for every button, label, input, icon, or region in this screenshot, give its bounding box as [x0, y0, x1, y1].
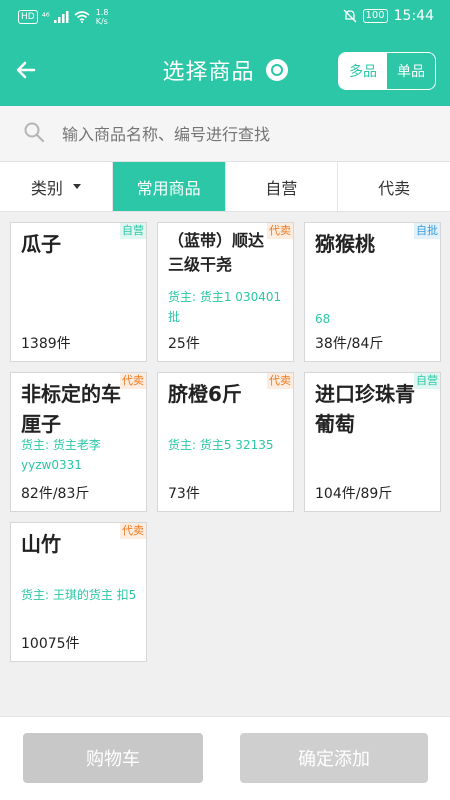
mute-icon [343, 9, 357, 23]
tab-category[interactable]: 类别 [0, 162, 113, 211]
product-card[interactable]: （蓝带）顺达三级干尧 代卖 货主: 货主1 030401批 25件 [157, 222, 294, 362]
product-badge: 自营 [414, 373, 440, 389]
product-name: 非标定的车厘子 [21, 382, 121, 436]
product-qty: 38件/84斤 [315, 336, 384, 352]
product-qty: 10075件 [21, 636, 80, 652]
product-name: 山竹 [21, 532, 61, 556]
product-card[interactable]: 非标定的车厘子 代卖 货主: 货主老李 yyzw0331 82件/83斤 [10, 372, 147, 512]
product-card[interactable]: 脐橙6斤 代卖 货主: 货主5 32135 73件 [157, 372, 294, 512]
product-card[interactable]: 瓜子 自营 1389件 [10, 222, 147, 362]
mode-toggle: 多品 单品 [338, 52, 436, 90]
product-owner: 货主: 货主老李 yyzw0331 [21, 438, 101, 472]
product-owner: 货主: 货主1 030401批 [168, 290, 282, 324]
status-bar: HD ⁴⁶ 1.8 K/s 100 15:44 [0, 0, 450, 36]
app-header: 选择商品 多品 单品 [0, 36, 450, 106]
network-type: ⁴⁶ [41, 11, 50, 23]
product-badge: 代卖 [120, 523, 146, 539]
product-name: 瓜子 [21, 232, 61, 256]
product-qty: 1389件 [21, 336, 71, 352]
product-badge: 自营 [120, 223, 146, 239]
product-qty: 82件/83斤 [21, 486, 90, 502]
caret-down-icon [72, 184, 81, 189]
category-tabs: 类别 常用商品 自营 代卖 [0, 162, 450, 212]
search-icon [24, 122, 44, 142]
net-speed-unit: K/s [95, 17, 108, 26]
tab-consignment[interactable]: 代卖 [338, 162, 450, 211]
tab-category-label: 类别 [30, 178, 63, 198]
bottom-action-bar: 购物车 确定添加 [0, 716, 450, 800]
product-owner: 68 [315, 312, 331, 326]
signal-icon [53, 11, 69, 23]
net-speed: 1.8 K/s [96, 8, 109, 26]
page-title: 选择商品 [162, 60, 255, 85]
search-bar [0, 106, 450, 162]
product-owner: 货主: 王琪的货主 扣5 [21, 588, 137, 602]
tab-frequent[interactable]: 常用商品 [112, 162, 226, 211]
product-badge: 代卖 [120, 373, 146, 389]
product-name: 脐橙6斤 [168, 382, 242, 406]
battery-icon: 100 [362, 9, 388, 23]
search-input[interactable] [62, 120, 432, 148]
product-card[interactable]: 进口珍珠青葡萄 自营 104件/89斤 [304, 372, 441, 512]
product-qty: 73件 [168, 486, 200, 502]
product-owner: 货主: 货主5 32135 [168, 438, 274, 452]
cart-button[interactable]: 购物车 [23, 733, 203, 783]
product-badge: 自批 [414, 223, 440, 239]
product-badge: 代卖 [267, 223, 293, 239]
product-card[interactable]: 猕猴桃 自批 68 38件/84斤 [304, 222, 441, 362]
product-badge: 代卖 [267, 373, 293, 389]
confirm-add-button[interactable]: 确定添加 [240, 733, 428, 783]
product-name: 进口珍珠青葡萄 [315, 382, 415, 436]
net-speed-value: 1.8 [95, 8, 109, 17]
mode-multi-button[interactable]: 多品 [339, 53, 387, 89]
product-card[interactable]: 山竹 代卖 货主: 王琪的货主 扣5 10075件 [10, 522, 147, 662]
tab-self-operated[interactable]: 自营 [226, 162, 339, 211]
product-name: （蓝带）顺达三级干尧 [168, 231, 265, 274]
gear-icon[interactable] [265, 59, 288, 81]
hd-indicator: HD [18, 10, 38, 24]
product-name: 猕猴桃 [315, 232, 375, 256]
mode-single-button[interactable]: 单品 [387, 53, 435, 89]
product-qty: 104件/89斤 [315, 486, 393, 502]
wifi-icon [74, 11, 90, 23]
status-time: 15:44 [393, 8, 434, 24]
product-qty: 25件 [168, 336, 200, 352]
